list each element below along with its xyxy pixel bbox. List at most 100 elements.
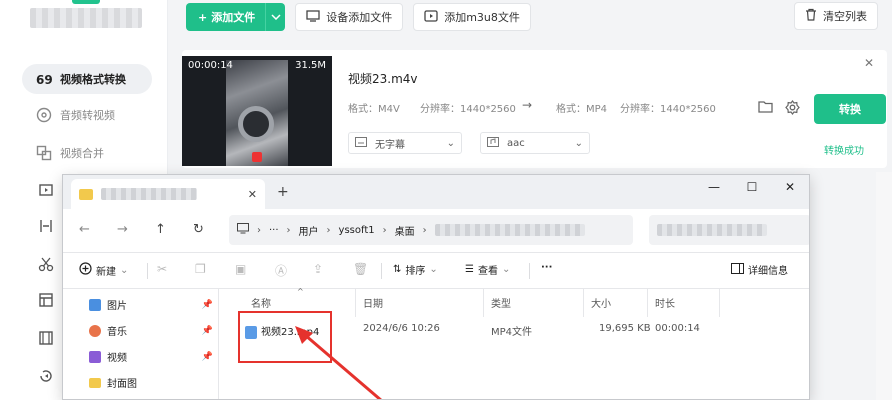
share-icon[interactable]: ⇪ (313, 262, 323, 276)
column-divider[interactable] (647, 289, 648, 317)
refresh-icon[interactable]: ↻ (193, 222, 204, 237)
column-header-duration[interactable]: 时长 (655, 295, 675, 310)
column-divider[interactable] (355, 289, 356, 317)
convert-status: 转换成功 (824, 146, 864, 157)
add-file-button[interactable]: + 添加文件 (186, 3, 286, 31)
cut-icon[interactable]: ✂ (157, 262, 167, 276)
split-icon[interactable] (36, 216, 56, 236)
divider (529, 263, 530, 279)
chevron-down-icon: ⌄ (446, 137, 455, 149)
forward-icon[interactable]: → (117, 222, 128, 237)
column-header-type[interactable]: 类型 (491, 295, 511, 310)
disc-icon (36, 107, 52, 123)
breadcrumb-users[interactable]: 用户 (299, 223, 319, 238)
nav-item-music[interactable]: 音乐 📌 (89, 323, 213, 338)
clear-list-label: 清空列表 (823, 10, 867, 23)
column-divider[interactable] (483, 289, 484, 317)
clear-list-button[interactable]: 清空列表 (794, 2, 878, 30)
view-icon: ☰ (465, 264, 474, 275)
view-label: 查看 (477, 266, 498, 277)
column-header-name[interactable]: 名称 (251, 295, 271, 310)
merge-icon (36, 145, 52, 161)
audio-select[interactable]: aac ⌄ (480, 132, 590, 154)
video-edit-icon[interactable] (36, 180, 56, 200)
paste-icon[interactable]: ▣ (235, 262, 246, 276)
plus-circle-icon (79, 262, 92, 278)
new-tab-icon[interactable]: + (277, 184, 289, 200)
details-button[interactable]: 详细信息 (731, 262, 788, 277)
breadcrumb-desktop[interactable]: 桌面 (395, 223, 415, 238)
divider (381, 263, 382, 279)
add-m3u8-label: 添加m3u8文件 (444, 11, 520, 24)
sidebar-item-label: 音频转视频 (60, 109, 115, 122)
delete-icon[interactable]: 🗑 (353, 262, 368, 276)
app-logo (30, 8, 142, 28)
ellipsis-icon[interactable]: ··· (269, 225, 279, 236)
rename-icon[interactable]: Ⓐ (275, 262, 287, 279)
pin-icon: 📌 (201, 351, 213, 362)
close-icon[interactable]: ✕ (864, 56, 874, 70)
divider (147, 263, 148, 279)
navigation-pane: 图片 📌 音乐 📌 视频 📌 封面图 (63, 289, 219, 399)
column-divider[interactable] (719, 289, 720, 317)
add-file-label: 添加文件 (211, 11, 256, 24)
search-box[interactable] (649, 215, 809, 245)
up-icon[interactable]: ↑ (155, 222, 166, 237)
thumb-duration: 00:00:14 (188, 60, 233, 71)
trash-icon (805, 8, 817, 24)
sort-icon: ⇅ (393, 264, 402, 275)
chevron-down-icon[interactable] (265, 3, 285, 31)
device-add-button[interactable]: 设备添加文件 (295, 3, 404, 31)
sidebar-item-video-merge[interactable]: 视频合并 (22, 138, 152, 168)
nav-item-cover[interactable]: 封面图 (89, 375, 213, 390)
chevron-right-icon: › (382, 224, 387, 236)
back-icon[interactable]: ← (79, 222, 90, 237)
address-bar-row: ← → ↑ ↻ › ··· › 用户 › yssoft1 › 桌面 › (63, 209, 809, 253)
chevron-down-icon: ⌄ (574, 137, 583, 149)
arrow-right-icon: → (522, 98, 533, 112)
nav-item-pictures[interactable]: 图片 📌 (89, 297, 213, 312)
file-card: 00:00:14 31.5M 视频23.m4v 格式：M4V 分辨率：1440*… (182, 50, 887, 168)
minimize-icon[interactable]: — (695, 175, 733, 199)
history-icon[interactable] (36, 366, 56, 386)
add-m3u8-button[interactable]: 添加m3u8文件 (413, 3, 531, 31)
nav-item-videos[interactable]: 视频 📌 (89, 349, 213, 364)
chevron-right-icon: › (257, 224, 261, 236)
scissors-icon[interactable] (36, 254, 56, 274)
breadcrumb-user[interactable]: yssoft1 (339, 225, 375, 236)
column-divider[interactable] (583, 289, 584, 317)
copy-icon[interactable]: ❐ (195, 262, 206, 276)
video-thumbnail[interactable]: 00:00:14 31.5M (182, 56, 332, 166)
app-scroll-area (876, 172, 892, 400)
convert-icon: 69 (36, 71, 52, 87)
pin-icon: 📌 (201, 299, 213, 310)
window-controls: — ☐ ✕ (695, 175, 809, 199)
new-button[interactable]: 新建 ⌄ (79, 262, 128, 278)
sort-button[interactable]: ⇅ 排序 ⌄ (393, 262, 438, 277)
maximize-icon[interactable]: ☐ (733, 175, 771, 199)
column-header-size[interactable]: 大小 (591, 295, 611, 310)
film-icon[interactable] (36, 328, 56, 348)
sort-label: 排序 (405, 266, 426, 277)
explorer-tab[interactable]: ✕ (71, 179, 265, 209)
view-button[interactable]: ☰ 查看 ⌄ (465, 262, 510, 277)
column-header-date[interactable]: 日期 (363, 295, 383, 310)
convert-button[interactable]: 转换 (814, 94, 886, 124)
sidebar-item-audio-to-video[interactable]: 音频转视频 (22, 100, 152, 130)
sidebar-item-video-convert[interactable]: 69 视频格式转换 (22, 64, 152, 94)
layout-icon[interactable] (36, 290, 56, 310)
thumb-filesize: 31.5M (295, 60, 326, 71)
settings-gear-icon[interactable] (785, 100, 800, 118)
folder-icon[interactable] (758, 100, 773, 118)
file-type-cell: MP4文件 (491, 327, 533, 338)
pin-icon: 📌 (201, 325, 213, 336)
address-bar[interactable]: › ··· › 用户 › yssoft1 › 桌面 › (229, 215, 633, 245)
close-window-icon[interactable]: ✕ (771, 175, 809, 199)
close-tab-icon[interactable]: ✕ (248, 188, 257, 201)
nav-item-label: 封面图 (107, 379, 137, 390)
source-format: 格式：M4V (348, 104, 400, 115)
more-options-button[interactable]: ··· (541, 262, 552, 273)
subtitle-select[interactable]: 无字幕 ⌄ (348, 132, 462, 154)
chevron-right-icon: › (422, 224, 427, 236)
file-list: ^ 名称 日期 类型 大小 时长 视频23.mp4 2024/6/6 10:26… (219, 287, 809, 399)
